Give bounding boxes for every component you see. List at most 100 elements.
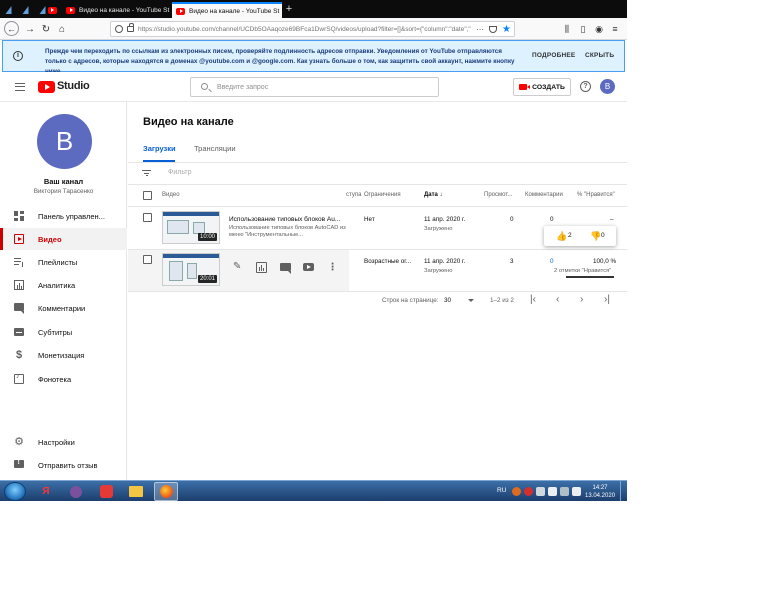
menu-icon[interactable]: ≡: [608, 22, 622, 36]
hamburger-menu-icon[interactable]: [15, 83, 25, 91]
column-comments[interactable]: Комментарии: [525, 192, 563, 198]
reload-button[interactable]: ↻: [38, 21, 54, 37]
column-date[interactable]: Дата ↓: [424, 192, 443, 198]
start-button[interactable]: [4, 482, 26, 501]
main-content: Видео на канале Загрузки Трансляции Филь…: [128, 102, 627, 480]
taskbar-firefox[interactable]: [154, 482, 178, 501]
column-likes[interactable]: % "Нравится": [577, 192, 615, 198]
browser-tab-active[interactable]: Видео на канале - YouTube St ✕: [172, 2, 282, 18]
column-views[interactable]: Просмот...: [484, 192, 512, 198]
column-access[interactable]: ступа: [346, 192, 361, 198]
video-likes-count: 2 отметки "Нравится": [554, 268, 612, 274]
search-box[interactable]: [190, 77, 439, 97]
create-button[interactable]: СОЗДАТЬ: [513, 78, 571, 96]
video-thumbnail[interactable]: 20:01: [162, 253, 220, 286]
folder-icon: [129, 486, 143, 497]
url-bar[interactable]: https://studio.youtube.com/channel/UCDb5…: [110, 21, 515, 37]
battery-icon[interactable]: [560, 487, 569, 496]
last-page-icon[interactable]: ›|: [604, 294, 610, 306]
taskbar-app-red[interactable]: [94, 482, 118, 501]
filter-icon[interactable]: [142, 170, 151, 176]
view-on-youtube-icon[interactable]: [303, 263, 314, 271]
filter-input[interactable]: Фильтр: [168, 169, 192, 176]
search-input[interactable]: [217, 81, 417, 94]
pinned-tab[interactable]: [2, 2, 18, 18]
clock-time: 14:27: [592, 485, 608, 491]
account-avatar[interactable]: В: [600, 79, 615, 94]
filter-bar[interactable]: Фильтр: [128, 163, 627, 185]
sidebar-item-videos[interactable]: Видео: [0, 228, 127, 250]
more-options-icon[interactable]: ⋮: [327, 262, 338, 273]
tray-app-icon[interactable]: [524, 487, 533, 496]
tray-app-icon[interactable]: [512, 487, 521, 496]
analytics-icon[interactable]: [256, 262, 267, 273]
video-views: 3: [510, 258, 514, 265]
sidebar-item-subtitles[interactable]: Субтитры: [0, 321, 127, 343]
video-views: 0: [510, 216, 514, 223]
sidebar-item-analytics[interactable]: Аналитика: [0, 274, 127, 296]
edit-pencil-icon[interactable]: [233, 261, 244, 273]
row-checkbox[interactable]: [143, 255, 152, 264]
show-desktop-button[interactable]: [620, 481, 627, 501]
account-icon[interactable]: ◉: [592, 22, 606, 36]
row-checkbox[interactable]: [143, 213, 152, 222]
next-page-icon[interactable]: ›: [580, 294, 583, 306]
video-thumbnail[interactable]: 10:00: [162, 211, 220, 244]
tab-uploads[interactable]: Загрузки: [143, 144, 176, 153]
banner-hide-button[interactable]: СКРЫТЬ: [585, 52, 614, 59]
youtube-logo-icon[interactable]: [38, 81, 55, 93]
banner-details-button[interactable]: ПОДРОБНЕЕ: [532, 52, 575, 59]
bookmark-star-icon[interactable]: ★: [502, 24, 511, 35]
lock-icon[interactable]: [127, 23, 134, 32]
column-restrictions[interactable]: Ограничения: [364, 192, 401, 198]
video-likes: –: [610, 216, 614, 223]
pinned-tab-youtube[interactable]: [46, 2, 58, 18]
pocket-icon[interactable]: [489, 25, 498, 33]
tab-live[interactable]: Трансляции: [194, 144, 236, 153]
security-banner: i Прежде чем переходить по ссылкам из эл…: [2, 40, 625, 75]
prev-page-icon[interactable]: ‹: [556, 294, 559, 306]
home-button[interactable]: ⌂: [54, 21, 70, 37]
sidebar-item-feedback[interactable]: Отправить отзыв: [0, 454, 127, 476]
video-comments[interactable]: 0: [550, 216, 554, 223]
select-all-checkbox[interactable]: [143, 191, 152, 200]
sidebar-item-audio-library[interactable]: Фонотека: [0, 368, 127, 390]
taskbar-viber[interactable]: [64, 482, 88, 501]
sidebar-item-monetization[interactable]: $ Монетизация: [0, 344, 127, 366]
taskbar-yandex[interactable]: Я: [34, 482, 58, 501]
chevron-down-icon[interactable]: [468, 299, 474, 302]
channel-avatar[interactable]: В: [37, 114, 92, 169]
rows-per-page-select[interactable]: 30: [444, 297, 451, 304]
back-button[interactable]: ←: [4, 21, 19, 36]
page-actions-icon[interactable]: ···: [476, 25, 484, 34]
sidebar-item-dashboard[interactable]: Панель управлен...: [0, 205, 127, 227]
video-duration: 10:00: [197, 233, 217, 241]
video-title[interactable]: Использование типовых блоков Au...: [229, 216, 340, 223]
library-icon[interactable]: ⫼: [560, 22, 574, 36]
volume-icon[interactable]: [572, 487, 581, 496]
browser-tab[interactable]: Видео на канале - YouTube St ✕: [62, 2, 172, 18]
site-info-icon[interactable]: [115, 25, 123, 33]
studio-logo-text[interactable]: Studio: [57, 80, 90, 92]
first-page-icon[interactable]: |‹: [530, 294, 536, 306]
page-range: 1–2 из 2: [490, 297, 514, 304]
taskbar-explorer[interactable]: [124, 482, 148, 501]
network-icon[interactable]: [548, 487, 557, 496]
help-icon[interactable]: ?: [580, 81, 591, 92]
comments-icon[interactable]: [280, 263, 291, 274]
new-tab-button[interactable]: +: [282, 3, 296, 17]
sidebar-item-playlists[interactable]: Плейлисты: [0, 251, 127, 273]
keyboard-language[interactable]: RU: [497, 487, 506, 494]
flag-icon[interactable]: [536, 487, 545, 496]
table-row[interactable]: 20:01 ⋮ Возрастные ог... 11 апр. 2020 г.…: [128, 250, 627, 292]
sidebar-item-label: Отправить отзыв: [38, 461, 98, 470]
sidebar-icon[interactable]: ▯: [576, 22, 590, 36]
sidebar-item-comments[interactable]: Комментарии: [0, 297, 127, 319]
system-clock[interactable]: 14:27 13.04.2020: [585, 484, 615, 500]
pinned-tab[interactable]: [19, 2, 35, 18]
sidebar-item-label: Фонотека: [38, 375, 72, 384]
sidebar-item-settings[interactable]: ⚙ Настройки: [0, 431, 127, 453]
forward-button[interactable]: →: [22, 21, 38, 37]
video-comments[interactable]: 0: [550, 258, 554, 265]
audio-library-icon: [14, 373, 24, 384]
